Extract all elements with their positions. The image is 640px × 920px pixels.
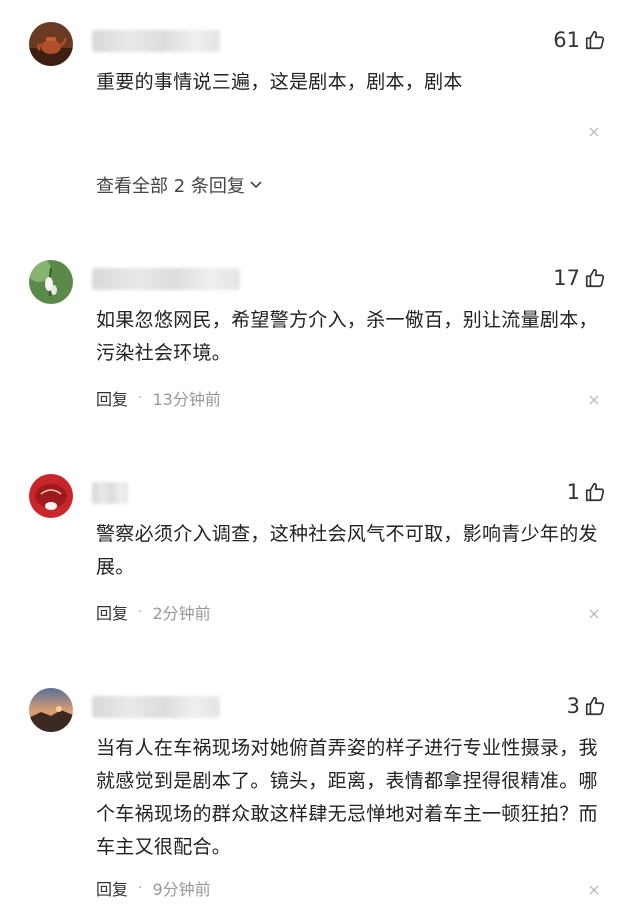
teapot-avatar-icon xyxy=(29,22,73,66)
thumbs-up-icon xyxy=(585,482,605,502)
avatar[interactable] xyxy=(29,688,73,732)
close-icon xyxy=(589,127,599,137)
dismiss-button[interactable] xyxy=(588,608,600,620)
view-all-label: 查看全部 2 条回复 xyxy=(96,176,245,197)
comment-text: 如果忽悠网民，希望警方介入，杀一儆百，别让流量剧本，污染社会环境。 xyxy=(96,309,598,364)
like-count: 61 xyxy=(553,28,580,52)
timestamp: 2分钟前 xyxy=(152,604,211,623)
like-button[interactable]: 3 xyxy=(567,694,606,718)
snowdrop-flower-avatar-icon xyxy=(29,260,73,304)
close-icon xyxy=(589,609,599,619)
like-count: 1 xyxy=(566,480,580,504)
reply-button[interactable]: 回复 xyxy=(96,600,128,624)
avatar[interactable] xyxy=(29,22,73,66)
sunset-landscape-avatar-icon xyxy=(29,688,73,732)
view-all-replies-link[interactable]: 查看全部 2 条回复 xyxy=(96,172,263,198)
dismiss-button[interactable] xyxy=(588,394,600,406)
reply-button[interactable]: 回复 xyxy=(96,876,128,900)
timestamp: 9分钟前 xyxy=(152,880,211,899)
thumbs-up-icon xyxy=(585,268,605,288)
reply-button[interactable]: 回复 xyxy=(96,386,128,410)
username-blurred[interactable] xyxy=(92,268,240,290)
comment-text: 当有人在车祸现场对她俯首弄姿的样子进行专业性摄录，我就感觉到是剧本了。镜头，距离… xyxy=(96,737,598,858)
comment-meta: 回复 · 9分钟前 xyxy=(96,876,211,900)
meta-separator: · xyxy=(138,390,143,406)
dismiss-button[interactable] xyxy=(588,884,600,896)
thumbs-up-icon xyxy=(585,30,605,50)
comment-item: 1 警察必须介入调查，这种社会风气不可取，影响青少年的发展。 回复 · 2分钟前 xyxy=(0,474,640,634)
like-button[interactable]: 61 xyxy=(553,28,606,52)
meta-separator: · xyxy=(138,880,143,896)
red-circle-avatar-icon xyxy=(29,474,73,518)
comment-item: 17 如果忽悠网民，希望警方介入，杀一儆百，别让流量剧本，污染社会环境。 回复 … xyxy=(0,260,640,420)
dismiss-button[interactable] xyxy=(588,126,600,138)
username-blurred[interactable] xyxy=(92,696,220,718)
close-icon xyxy=(589,885,599,895)
comment-item: 3 当有人在车祸现场对她俯首弄姿的样子进行专业性摄录，我就感觉到是剧本了。镜头，… xyxy=(0,688,640,908)
like-count: 3 xyxy=(566,694,580,718)
like-button[interactable]: 1 xyxy=(567,480,606,504)
timestamp: 13分钟前 xyxy=(152,390,221,409)
username-blurred[interactable] xyxy=(92,482,128,504)
comment-text: 重要的事情说三遍，这是剧本，剧本，剧本 xyxy=(96,71,463,93)
comment-feed: 61 重要的事情说三遍，这是剧本，剧本，剧本 查看全部 2 条回复 17 如果忽… xyxy=(0,0,640,920)
chevron-down-icon xyxy=(250,181,262,189)
like-button[interactable]: 17 xyxy=(553,266,606,290)
thumbs-up-icon xyxy=(585,696,605,716)
comment-item: 61 重要的事情说三遍，这是剧本，剧本，剧本 查看全部 2 条回复 xyxy=(0,22,640,222)
close-icon xyxy=(589,395,599,405)
avatar[interactable] xyxy=(29,260,73,304)
username-blurred[interactable] xyxy=(92,30,220,52)
comment-text: 警察必须介入调查，这种社会风气不可取，影响青少年的发展。 xyxy=(96,523,598,578)
comment-meta: 回复 · 2分钟前 xyxy=(96,600,211,624)
meta-separator: · xyxy=(138,604,143,620)
like-count: 17 xyxy=(553,266,580,290)
avatar[interactable] xyxy=(29,474,73,518)
comment-meta: 回复 · 13分钟前 xyxy=(96,386,221,410)
